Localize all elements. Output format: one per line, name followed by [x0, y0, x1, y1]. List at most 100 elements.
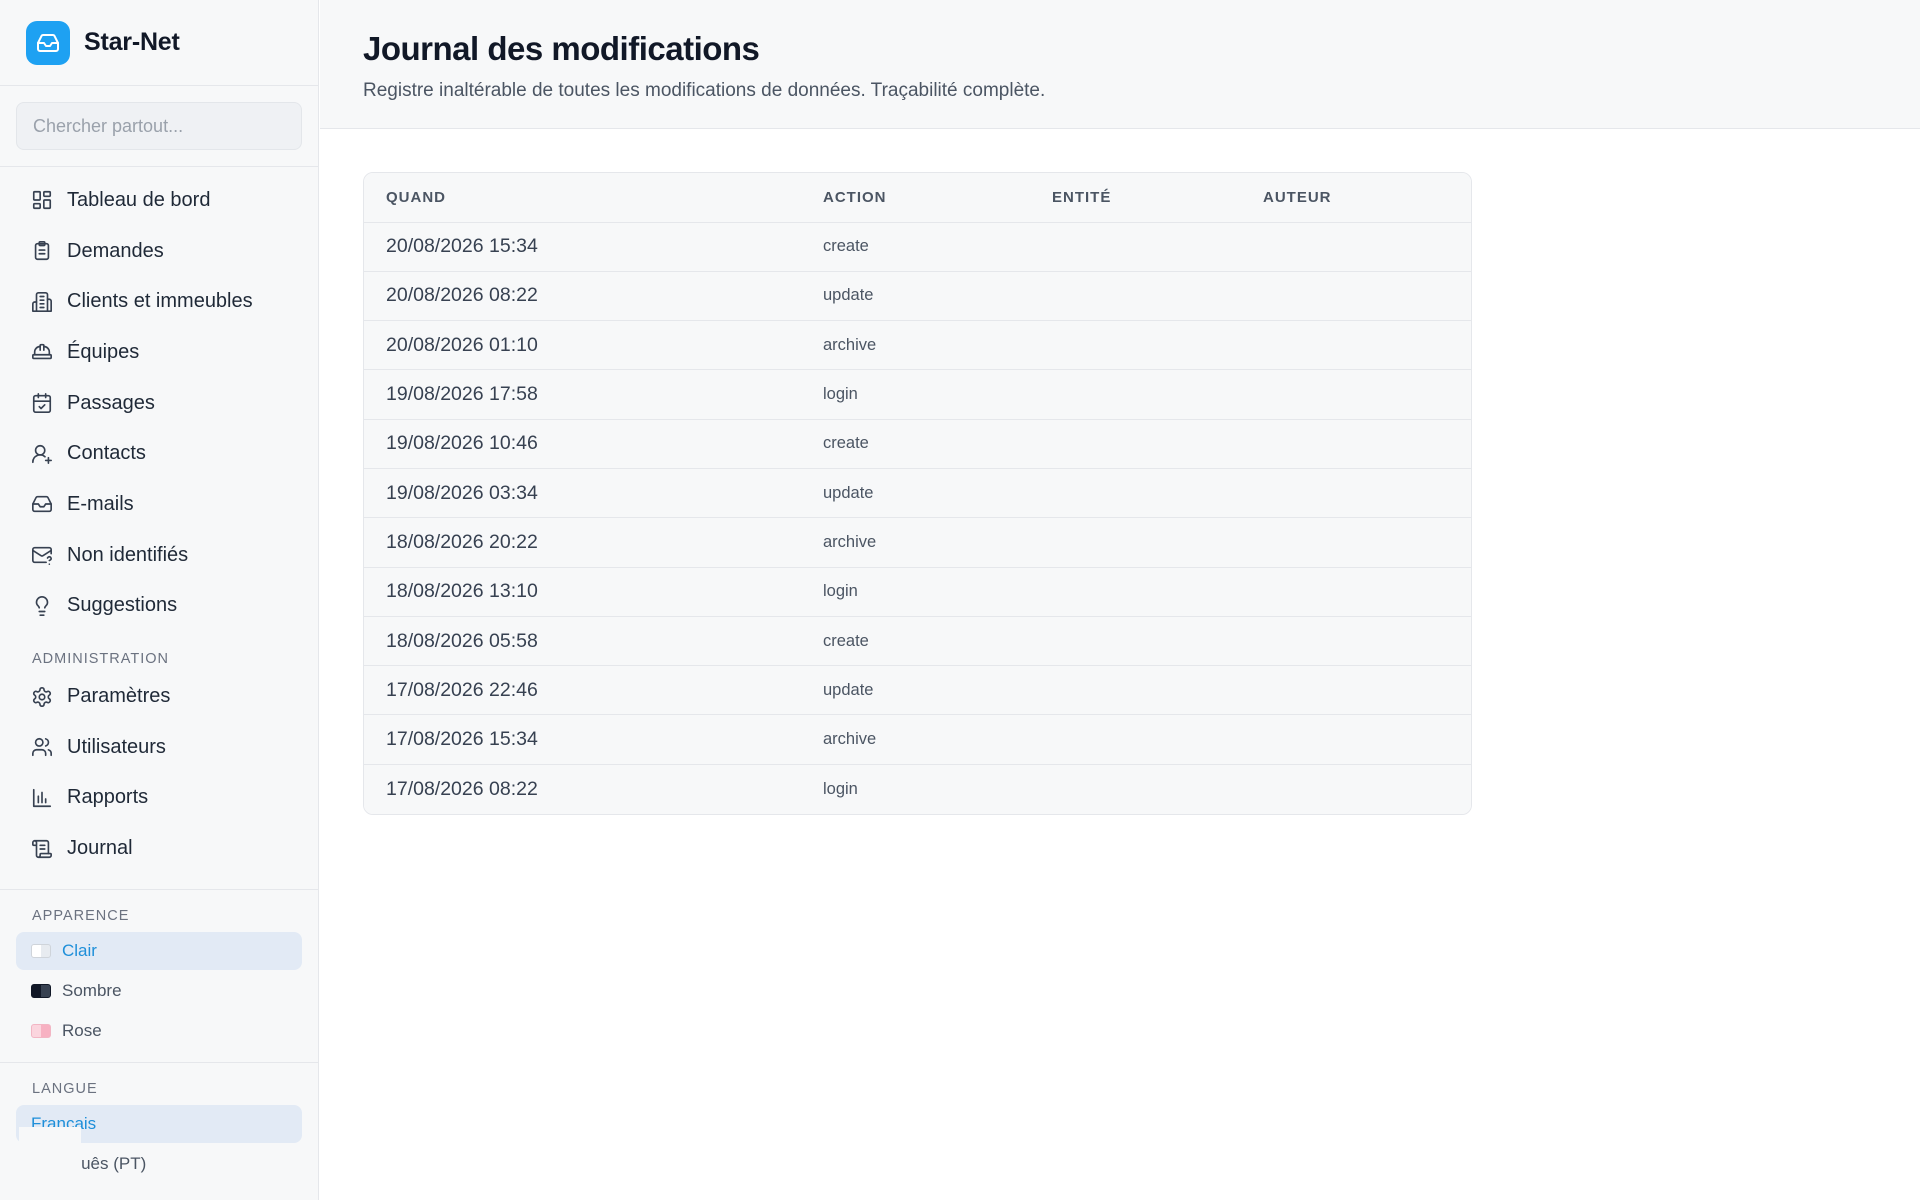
table-row[interactable]: 19/08/2026 17:58 login	[364, 369, 1471, 420]
clipboard-icon	[34, 241, 50, 261]
inbox-icon	[32, 496, 52, 513]
table-row[interactable]: 19/08/2026 10:46 create	[364, 418, 1471, 469]
cell-action: archive	[801, 714, 1030, 765]
appearance-label: APPARENCE	[32, 907, 130, 924]
cell-author	[1241, 270, 1471, 321]
cell-author	[1241, 467, 1471, 518]
cell-when: 20/08/2026 01:10	[364, 320, 801, 370]
audit-log-table: QUAND ACTION ENTITÉ AUTEUR 20/08/2026 15…	[364, 173, 1471, 814]
page-header: Journal des modifications Registre inalt…	[320, 0, 1920, 129]
cell-author	[1241, 222, 1471, 271]
theme-option-rose[interactable]: Rose	[16, 1012, 302, 1050]
cell-entity	[1030, 763, 1241, 814]
cell-entity	[1030, 320, 1241, 370]
cell-when: 19/08/2026 10:46	[364, 418, 801, 469]
nav-item-journal[interactable]: Journal	[0, 823, 318, 874]
cell-action: archive	[801, 320, 1030, 370]
table-row[interactable]: 17/08/2026 22:46 update	[364, 665, 1471, 715]
nav-label: Non identifiés	[67, 543, 189, 566]
cell-when: 17/08/2026 22:46	[364, 665, 801, 715]
cell-entity	[1030, 418, 1241, 469]
cell-when: 18/08/2026 20:22	[364, 517, 801, 568]
column-header-author[interactable]: AUTEUR	[1241, 173, 1471, 223]
main-nav: Tableau de bord Demandes Clients et imme…	[0, 167, 318, 874]
cell-author	[1241, 320, 1471, 370]
table-row[interactable]: 17/08/2026 15:34 archive	[364, 714, 1471, 765]
overlay-element	[19, 1127, 81, 1200]
column-header-entity[interactable]: ENTITÉ	[1030, 173, 1241, 223]
cell-action: create	[823, 237, 869, 256]
cell-author	[1241, 615, 1471, 666]
table-row[interactable]: 18/08/2026 13:10 login	[364, 566, 1471, 617]
column-header-when[interactable]: QUAND	[364, 173, 801, 223]
cell-entity	[1030, 566, 1241, 617]
table-row[interactable]: 19/08/2026 03:34 update	[364, 467, 1471, 518]
page-subtitle: Registre inaltérable de toutes les modif…	[363, 80, 1046, 101]
nav-label: Passages	[67, 391, 155, 414]
table-row[interactable]: 20/08/2026 15:34 create	[364, 222, 1471, 272]
cell-action: create	[801, 615, 1030, 666]
cell-when: 17/08/2026 15:34	[364, 714, 801, 765]
dark-swatch-icon	[31, 983, 51, 998]
cell-entity	[1030, 665, 1241, 715]
nav-item-contacts[interactable]: Contacts	[0, 428, 318, 479]
cell-when: 17/08/2026 08:22	[364, 763, 801, 814]
nav-item-dashboard[interactable]: Tableau de bord	[0, 175, 318, 226]
brand[interactable]: Star-Net	[0, 0, 318, 86]
cell-entity	[1030, 615, 1241, 666]
cell-author	[1241, 763, 1471, 814]
nav-label: E-mails	[67, 492, 134, 515]
column-header-action[interactable]: ACTION	[801, 173, 1030, 223]
inbox-logo-icon	[26, 20, 70, 65]
nav-item-equipes[interactable]: Équipes	[0, 327, 318, 378]
nav-label: Tableau de bord	[67, 188, 211, 211]
table-row[interactable]: 20/08/2026 08:22 update	[364, 270, 1471, 321]
cell-action: update	[801, 467, 1030, 518]
nav-item-passages[interactable]: Passages	[0, 378, 318, 429]
cell-entity	[1030, 369, 1241, 420]
gear-icon	[32, 686, 52, 707]
audit-log-table-card: QUAND ACTION ENTITÉ AUTEUR 20/08/2026 15…	[363, 172, 1472, 815]
nav-item-parametres[interactable]: Paramètres	[0, 671, 318, 722]
table-row[interactable]: 18/08/2026 05:58 create	[364, 615, 1471, 666]
theme-option-dark[interactable]: Sombre	[16, 972, 302, 1010]
nav-item-utilisateurs[interactable]: Utilisateurs	[0, 722, 318, 773]
users-icon	[32, 738, 52, 757]
calendar-check-icon	[32, 393, 52, 414]
cell-when: 18/08/2026 13:10	[364, 566, 801, 617]
nav-item-rapports[interactable]: Rapports	[0, 773, 318, 824]
rose-swatch-icon	[31, 1023, 51, 1038]
cell-entity	[1030, 517, 1241, 568]
table-row[interactable]: 20/08/2026 01:10 archive	[364, 320, 1471, 370]
appearance-section: APPARENCE Clair Sombre Rose	[0, 890, 318, 1062]
table-row[interactable]: 18/08/2026 20:22 archive	[364, 517, 1471, 568]
cell-action: archive	[801, 517, 1030, 568]
cell-entity	[1030, 714, 1241, 765]
nav-item-demandes[interactable]: Demandes	[0, 226, 318, 277]
table-body: 20/08/2026 15:34 create 20/08/2026 08:22 up…	[364, 222, 1471, 814]
nav-label: Demandes	[67, 239, 164, 262]
nav-label: Suggestions	[67, 594, 178, 617]
cell-author	[1241, 665, 1471, 715]
nav-label: Équipes	[67, 340, 140, 363]
theme-label: Rose	[62, 1020, 102, 1040]
table-row[interactable]: 17/08/2026 08:22 login	[364, 763, 1471, 814]
contact-icon	[32, 444, 52, 464]
cell-entity	[1030, 270, 1241, 321]
cell-action: login	[801, 763, 1030, 814]
nav-label: Rapports	[67, 786, 149, 809]
scroll-icon	[32, 839, 52, 858]
cell-when: 19/08/2026 17:58	[364, 369, 801, 420]
cell-action: update	[801, 270, 1030, 321]
nav-item-non-identifies[interactable]: Non identifiés	[0, 530, 318, 581]
theme-option-light[interactable]: Clair	[16, 931, 302, 970]
search-input[interactable]	[16, 102, 302, 150]
brand-name: Star-Net	[84, 28, 180, 56]
building-icon	[32, 291, 52, 312]
cell-author	[1241, 369, 1471, 420]
nav-item-emails[interactable]: E-mails	[0, 479, 318, 530]
table-header-row: QUAND ACTION ENTITÉ AUTEUR	[364, 173, 1471, 223]
cell-entity	[1030, 222, 1241, 271]
nav-item-clients[interactable]: Clients et immeubles	[0, 276, 318, 327]
nav-item-suggestions[interactable]: Suggestions	[0, 581, 318, 632]
